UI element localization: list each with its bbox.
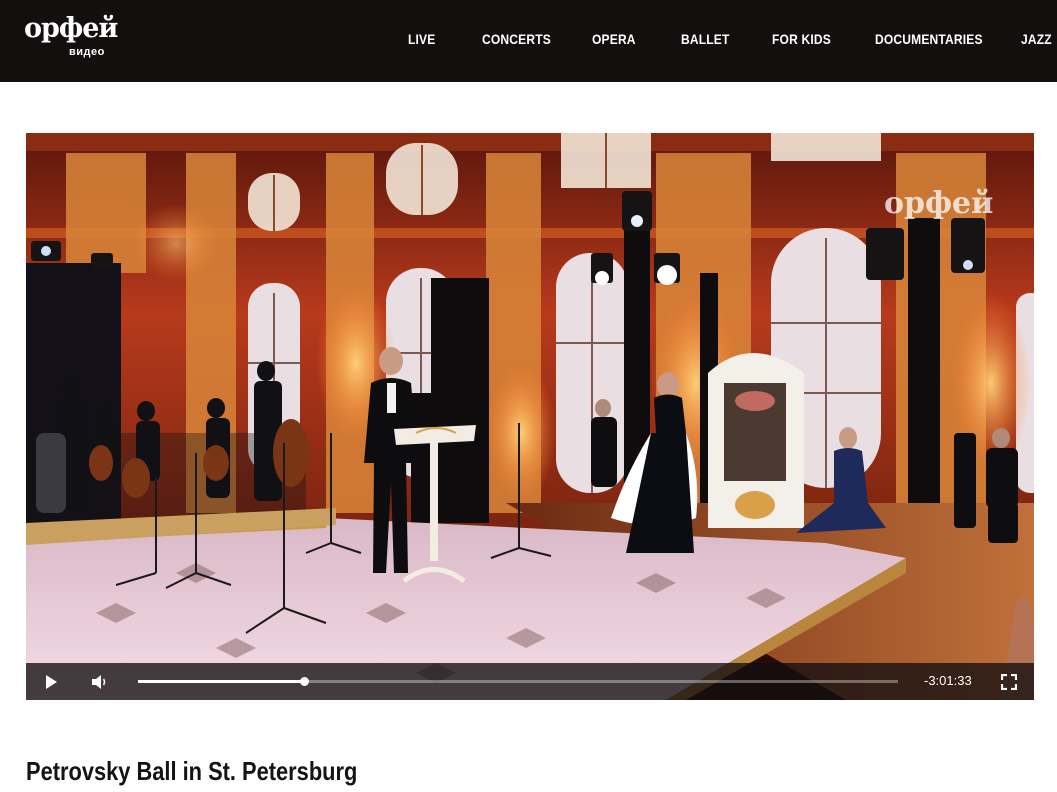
seek-bar-played bbox=[138, 680, 304, 683]
fullscreen-button[interactable] bbox=[996, 663, 1022, 700]
play-button[interactable] bbox=[38, 663, 64, 700]
nav-concerts[interactable]: CONCERTS bbox=[482, 31, 551, 47]
video-title: Petrovsky Ball in St. Petersburg bbox=[26, 756, 358, 786]
top-navigation-bar: орфей видео LIVE CONCERTS OPERA BALLET F… bbox=[0, 0, 1057, 82]
channel-watermark: орфей bbox=[884, 186, 993, 221]
nav-documentaries[interactable]: DOCUMENTARIES bbox=[875, 31, 983, 47]
fullscreen-icon bbox=[1001, 673, 1017, 690]
nav-ballet[interactable]: BALLET bbox=[681, 31, 730, 47]
nav-jazz[interactable]: JAZZ bbox=[1021, 31, 1052, 47]
nav-opera[interactable]: OPERA bbox=[592, 31, 636, 47]
volume-icon bbox=[92, 674, 106, 689]
nav-for-kids[interactable]: FOR KIDS bbox=[772, 31, 831, 47]
volume-button[interactable] bbox=[86, 663, 114, 700]
play-icon bbox=[46, 674, 57, 689]
video-player[interactable]: орфей -3:01:33 bbox=[26, 133, 1034, 700]
video-frame: орфей bbox=[26, 133, 1034, 700]
main-nav: LIVE CONCERTS OPERA BALLET FOR KIDS DOCU… bbox=[0, 0, 1057, 82]
player-controls: -3:01:33 bbox=[26, 663, 1034, 700]
seek-handle[interactable] bbox=[299, 677, 309, 686]
seek-bar[interactable] bbox=[138, 677, 898, 686]
time-remaining: -3:01:33 bbox=[924, 673, 972, 688]
nav-live[interactable]: LIVE bbox=[408, 31, 435, 47]
